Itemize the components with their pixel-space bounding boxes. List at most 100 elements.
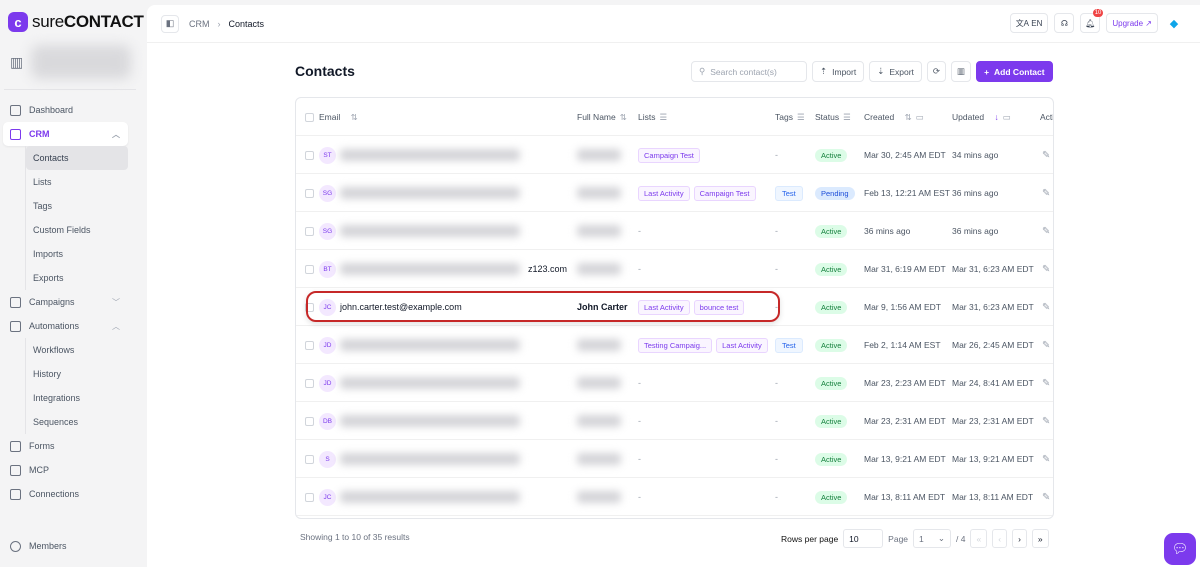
sidebar-item-forms[interactable]: Forms xyxy=(3,434,128,458)
filter-icon[interactable]: ☰ xyxy=(797,112,805,123)
name-blurred xyxy=(577,339,621,351)
column-created[interactable]: Created ⇅ ▭ xyxy=(864,98,924,136)
created-cell: Mar 31, 6:19 AM EDT xyxy=(864,250,946,288)
sidebar-subitem-workflows[interactable]: Workflows xyxy=(26,338,128,362)
import-button[interactable]: ⇡ Import xyxy=(812,61,865,82)
row-checkbox[interactable] xyxy=(305,264,314,274)
edit-icon[interactable]: ✎ xyxy=(1042,340,1050,351)
sidebar-subitem-tags[interactable]: Tags xyxy=(26,194,128,218)
table-row[interactable]: JD - - Active Mar 23, 2:23 AM EDT Mar 24, 8:4… xyxy=(296,364,1053,402)
search-input[interactable]: ⚲ Search contact(s) xyxy=(691,61,807,82)
organization-switcher[interactable]: ▥ xyxy=(10,45,132,79)
upgrade-button[interactable]: Upgrade ↗ xyxy=(1106,13,1158,33)
column-fullname[interactable]: Full Name ⇅ xyxy=(577,98,627,136)
contact-email-partial[interactable]: z123.com xyxy=(528,264,567,274)
logo[interactable]: c sureCONTACT xyxy=(8,12,144,32)
sidebar-subitem-exports[interactable]: Exports xyxy=(26,266,128,290)
support-button[interactable]: ☊ xyxy=(1054,13,1075,33)
sidebar-subitem-integrations[interactable]: Integrations xyxy=(26,386,128,410)
created-cell: Feb 13, 12:21 AM EST xyxy=(864,174,950,212)
column-updated[interactable]: Updated ↓ ▭ xyxy=(952,98,1011,136)
status-badge: Active xyxy=(815,300,848,314)
sidebar-subitem-imports[interactable]: Imports xyxy=(26,242,128,266)
chevron-up-icon[interactable]: ︿ xyxy=(112,129,120,140)
row-checkbox[interactable] xyxy=(305,188,314,198)
edit-icon[interactable]: ✎ xyxy=(1042,302,1050,313)
edit-icon[interactable]: ✎ xyxy=(1042,454,1050,465)
status-badge: Active xyxy=(815,224,848,238)
table-row[interactable]: JD Testing Campaig... Last Activity Test Act… xyxy=(296,326,1053,364)
prev-page-button[interactable]: ‹ xyxy=(992,529,1008,548)
breadcrumb-crm[interactable]: CRM xyxy=(189,19,210,29)
row-checkbox[interactable] xyxy=(305,416,314,426)
edit-icon[interactable]: ✎ xyxy=(1042,416,1050,427)
last-page-button[interactable]: » xyxy=(1031,529,1049,548)
sidebar-item-automations[interactable]: Automations ︿ xyxy=(3,314,128,338)
sidebar-subitem-lists[interactable]: Lists xyxy=(26,170,128,194)
sort-icon[interactable]: ⇅ xyxy=(620,112,627,123)
upgrade-label: Upgrade xyxy=(1112,18,1144,28)
edit-icon[interactable]: ✎ xyxy=(1042,188,1050,199)
toggle-sidebar-button[interactable]: ◧ xyxy=(161,14,179,33)
language-button[interactable]: 文A EN xyxy=(1009,13,1049,33)
sidebar-item-members[interactable]: Members xyxy=(3,534,67,558)
calendar-icon[interactable]: ▭ xyxy=(1003,112,1011,123)
next-page-button[interactable]: › xyxy=(1012,529,1027,548)
column-lists[interactable]: Lists ☰ xyxy=(638,98,667,136)
sidebar-item-dashboard[interactable]: Dashboard xyxy=(3,98,128,122)
user-avatar[interactable]: ◆ xyxy=(1164,17,1184,30)
edit-icon[interactable]: ✎ xyxy=(1042,150,1050,161)
sidebar-subitem-custom-fields[interactable]: Custom Fields xyxy=(26,218,128,242)
sidebar-item-mcp[interactable]: MCP xyxy=(3,458,128,482)
row-checkbox[interactable] xyxy=(305,454,314,464)
filter-icon[interactable]: ☰ xyxy=(843,112,851,123)
refresh-button[interactable]: ⟳ xyxy=(926,61,947,82)
row-checkbox[interactable] xyxy=(305,378,314,388)
column-email[interactable]: Email ⇅ xyxy=(319,98,358,136)
connections-icon xyxy=(10,488,21,500)
sidebar-subitem-history[interactable]: History xyxy=(26,362,128,386)
sidebar-subitem-sequences[interactable]: Sequences xyxy=(26,410,128,434)
edit-icon[interactable]: ✎ xyxy=(1042,378,1050,389)
columns-button[interactable]: ▥ xyxy=(951,61,972,82)
edit-icon[interactable]: ✎ xyxy=(1042,492,1050,503)
select-all-checkbox[interactable] xyxy=(305,112,314,122)
table-row[interactable]: DB - - Active Mar 23, 2:31 AM EDT Mar 23, 2:3… xyxy=(296,402,1053,440)
sort-icon[interactable]: ⇅ xyxy=(351,112,358,123)
notifications-button[interactable]: 🔔︎ 10 xyxy=(1080,9,1104,33)
column-tags[interactable]: Tags ☰ xyxy=(775,98,805,136)
table-row[interactable]: S - - Active Mar 13, 9:21 AM EDT Mar 13, 9:21… xyxy=(296,440,1053,478)
created-date: 36 mins ago xyxy=(864,226,911,236)
status-cell: Pending xyxy=(815,174,855,212)
table-row[interactable]: SG - - Active 36 mins ago 36 mins ago ✎ xyxy=(296,212,1053,250)
edit-icon[interactable]: ✎ xyxy=(1042,264,1050,275)
sidebar-item-connections[interactable]: Connections xyxy=(3,482,128,506)
calendar-icon[interactable]: ▭ xyxy=(916,112,924,123)
created-cell: Mar 30, 2:45 AM EDT xyxy=(864,136,946,174)
add-contact-button[interactable]: + Add Contact xyxy=(976,61,1053,82)
sidebar-item-crm[interactable]: CRM ︿ xyxy=(3,122,128,146)
sort-desc-icon[interactable]: ↓ xyxy=(995,112,999,122)
table-row[interactable]: SG Last Activity Campaign Test Test Pending F… xyxy=(296,174,1053,212)
sidebar-subitem-contacts[interactable]: Contacts xyxy=(26,146,128,170)
first-page-button[interactable]: « xyxy=(970,529,988,548)
sort-icon[interactable]: ⇅ xyxy=(905,112,912,123)
chat-button[interactable]: 💬︎ xyxy=(1164,533,1196,565)
filter-icon[interactable]: ☰ xyxy=(659,112,667,123)
row-checkbox[interactable] xyxy=(305,340,314,350)
export-button[interactable]: ⇣ Export xyxy=(869,61,922,82)
row-checkbox[interactable] xyxy=(305,492,314,502)
column-status[interactable]: Status ☰ xyxy=(815,98,851,136)
row-checkbox[interactable] xyxy=(305,150,314,160)
edit-icon[interactable]: ✎ xyxy=(1042,226,1050,237)
translate-icon: 文A xyxy=(1015,18,1032,28)
table-row[interactable]: ST Campaign Test - Active Mar 30, 2:45 AM ED… xyxy=(296,136,1053,174)
page-select[interactable]: 1 ⌄ xyxy=(913,529,952,548)
chevron-down-icon[interactable]: ﹀ xyxy=(112,297,120,308)
table-row[interactable]: JC - - Active Mar 13, 8:11 AM EDT Mar 13, 8:1… xyxy=(296,478,1053,516)
sidebar-item-campaigns[interactable]: Campaigns ﹀ xyxy=(3,290,128,314)
row-checkbox[interactable] xyxy=(305,226,314,236)
table-row[interactable]: BT z123.com - - Active Mar 31, 6:19 AM EDT Mar… xyxy=(296,250,1053,288)
rows-per-page-input[interactable]: 10 xyxy=(843,529,884,548)
chevron-up-icon[interactable]: ︿ xyxy=(112,321,120,332)
